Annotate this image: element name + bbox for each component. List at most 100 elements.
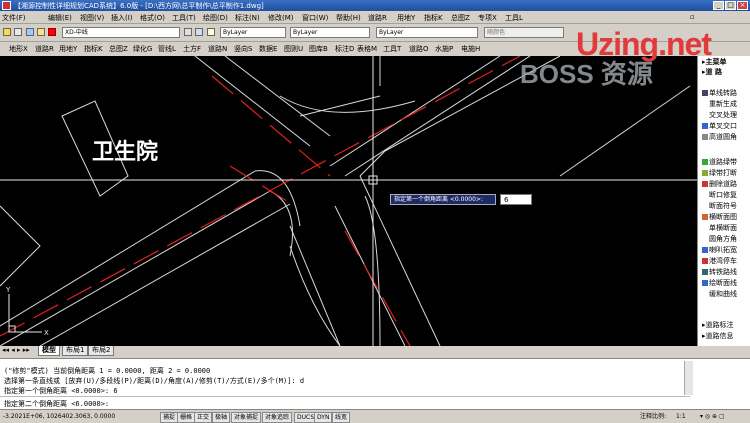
- close-button[interactable]: ×: [737, 1, 748, 10]
- panel-main-menu[interactable]: ▸主菜单: [702, 57, 727, 67]
- panel-item[interactable]: 断面符号: [702, 201, 737, 211]
- menu-special[interactable]: 专项X: [478, 13, 497, 23]
- layer-dropdown[interactable]: XD-中线: [62, 27, 180, 38]
- menu-landuse[interactable]: 用地Y: [397, 13, 415, 23]
- panel-item[interactable]: 喇叭拓宽: [702, 245, 737, 255]
- layer-color-icon[interactable]: [48, 28, 56, 36]
- layer-lock-icon[interactable]: [37, 28, 45, 36]
- blank-icon: [702, 225, 708, 231]
- menu-view[interactable]: 视图(V): [80, 13, 104, 23]
- panel-item[interactable]: 重新生成: [702, 99, 737, 109]
- command-prompt[interactable]: 指定第二个倒角距离 <6.0000>:: [4, 399, 109, 409]
- menu-index[interactable]: 指标K: [424, 13, 443, 23]
- tool-roadN[interactable]: 道路N: [208, 44, 227, 54]
- toggle-otrack[interactable]: 对象追踪: [262, 412, 293, 423]
- linetype-dropdown[interactable]: ByLayer: [290, 27, 370, 38]
- panel-item[interactable]: 断口修复: [702, 190, 737, 200]
- tool-greening[interactable]: 绿化G: [133, 44, 152, 54]
- menu-help[interactable]: 帮助(H): [336, 13, 361, 23]
- menu-modify[interactable]: 修改(M): [268, 13, 294, 23]
- panel-item[interactable]: 横断面图: [702, 212, 737, 222]
- panel-item[interactable]: 缓和曲线: [702, 289, 737, 299]
- panel-item[interactable]: 单横断面: [702, 223, 737, 233]
- layer-sun-icon[interactable]: [26, 28, 34, 36]
- toggle-grid[interactable]: 栅格: [177, 412, 196, 423]
- tool-toolsT[interactable]: 工具T: [383, 44, 401, 54]
- toggle-snap[interactable]: 捕捉: [160, 412, 179, 423]
- tool-data[interactable]: 数据E: [259, 44, 277, 54]
- command-history-line: 指定第一个倒角距离 <0.0000>: 6: [4, 387, 118, 395]
- menu-general[interactable]: 总图Z: [451, 13, 470, 23]
- tool-general[interactable]: 总图Z: [109, 44, 128, 54]
- panel-item[interactable]: 圆角方角: [702, 234, 737, 244]
- menu-window[interactable]: 窗口(W): [302, 13, 328, 23]
- menu-road[interactable]: 道路R: [368, 13, 387, 23]
- tab-nav-arrows[interactable]: ◂◂ ◂ ▸ ▸▸: [2, 346, 30, 354]
- toggle-osnap[interactable]: 对象捕捉: [231, 412, 262, 423]
- lineweight-dropdown[interactable]: ByLayer: [376, 27, 478, 38]
- panel-item[interactable]: 港湾停车: [702, 256, 737, 266]
- panel-item[interactable]: ▸道路标注: [702, 320, 734, 330]
- color-dropdown[interactable]: ByLayer: [220, 27, 286, 38]
- layer-previous-icon[interactable]: [195, 28, 203, 36]
- dynamic-input-field[interactable]: 6: [500, 194, 532, 205]
- tab-model[interactable]: 模型: [38, 346, 60, 356]
- menu-draw[interactable]: 绘图(D): [203, 13, 228, 23]
- minimize-button[interactable]: _: [713, 1, 724, 10]
- tool-pipeline[interactable]: 管线L: [158, 44, 176, 54]
- panel-item[interactable]: 高道圆角: [702, 132, 737, 142]
- tool-earthwork[interactable]: 土方F: [183, 44, 201, 54]
- layout-tabs: ◂◂ ◂ ▸ ▸▸ 模型 布局1 布局2: [0, 346, 697, 356]
- annotation-scale[interactable]: 1:1: [676, 412, 686, 421]
- menu-tools[interactable]: 工具(T): [172, 13, 196, 23]
- menu-edit[interactable]: 编辑(E): [48, 13, 72, 23]
- tool-index[interactable]: 指标K: [84, 44, 103, 54]
- panel-item[interactable]: 绘断面线: [702, 278, 737, 288]
- tool-terrain[interactable]: 地形X: [9, 44, 28, 54]
- panel-item[interactable]: 转铁路线: [702, 267, 737, 277]
- menu-dim[interactable]: 标注(N): [235, 13, 260, 23]
- status-tray-icons[interactable]: ▾ ◎ ⊕ ▢: [700, 412, 725, 421]
- road-edge-c5: [289, 225, 341, 346]
- toggle-dyn[interactable]: DYN: [314, 412, 333, 423]
- tool-roadO[interactable]: 道路O: [409, 44, 429, 54]
- layer-iso-icon[interactable]: [207, 28, 215, 36]
- tool-water[interactable]: 水施P: [435, 44, 453, 54]
- plotstyle-dropdown[interactable]: 随颜色: [484, 27, 564, 38]
- tool-graphrule[interactable]: 图则U: [284, 44, 303, 54]
- panel-item[interactable]: ▸道路信息: [702, 331, 734, 341]
- panel-item[interactable]: 交叉处理: [702, 110, 737, 120]
- command-window: ("修剪"模式) 当前倒角距离 1 = 0.0000, 距离 2 = 0.000…: [0, 358, 750, 409]
- tool-annotate[interactable]: 标注D: [335, 44, 354, 54]
- panel-item[interactable]: 道路绿带: [702, 157, 737, 167]
- drawing-canvas[interactable]: Y X 卫生院: [0, 56, 697, 346]
- toggle-ortho[interactable]: 正交: [194, 412, 213, 423]
- break-icon: [702, 170, 708, 176]
- menu-format[interactable]: 格式(O): [140, 13, 165, 23]
- panel-item[interactable]: 绿带打断: [702, 168, 737, 178]
- tab-layout2[interactable]: 布局2: [88, 346, 115, 356]
- tool-road[interactable]: 道路R: [35, 44, 54, 54]
- panel-item[interactable]: 单线转路: [702, 88, 737, 98]
- tool-electric[interactable]: 电施H: [461, 44, 480, 54]
- tab-layout1[interactable]: 布局1: [62, 346, 89, 356]
- tool-table[interactable]: 表格M: [357, 44, 377, 54]
- menu-restore-icon[interactable]: ▫: [690, 13, 695, 21]
- tool-vertical[interactable]: 竖向S: [234, 44, 252, 54]
- make-current-layer-icon[interactable]: [184, 28, 192, 36]
- menu-toolsL[interactable]: 工具L: [505, 13, 523, 23]
- panel-item[interactable]: 删除道路: [702, 179, 737, 189]
- command-divider: [0, 396, 690, 397]
- menu-file[interactable]: 文件(F): [2, 13, 26, 23]
- menu-insert[interactable]: 插入(I): [111, 13, 133, 23]
- toggle-polar[interactable]: 极轴: [212, 412, 231, 423]
- toggle-lineweight[interactable]: 线宽: [332, 412, 351, 423]
- maximize-button[interactable]: □: [725, 1, 736, 10]
- tool-landuse[interactable]: 用地Y: [59, 44, 77, 54]
- road-edge-a3: [329, 56, 501, 167]
- tool-library[interactable]: 图库B: [309, 44, 328, 54]
- panel-item[interactable]: 单叉交口: [702, 121, 737, 131]
- layer-state-icon[interactable]: [14, 28, 22, 36]
- command-scrollbar[interactable]: [684, 361, 693, 395]
- layer-manager-icon[interactable]: [3, 28, 11, 36]
